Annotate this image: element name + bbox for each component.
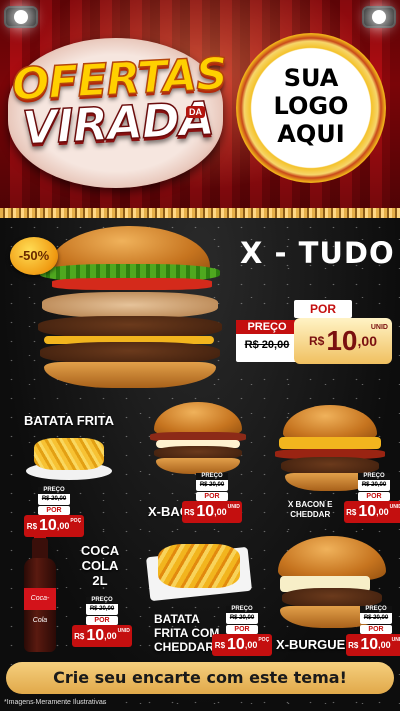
preco-label: PREÇO	[38, 487, 70, 494]
old-price: R$ 20,00	[363, 615, 389, 621]
fries-cheddar-image	[145, 538, 253, 602]
por-label: POR	[86, 616, 118, 625]
price-tag: PREÇO R$ 20,00 PORR$10,00UNID	[72, 597, 132, 649]
sale-price: R$ 10,00 POÇ	[212, 634, 272, 656]
sale-price: R$10,00UNID	[182, 501, 242, 523]
disclaimer-note: *Imagens Meramente Ilustrativas	[4, 699, 107, 706]
old-price: R$ 20,00	[89, 606, 115, 612]
price-tag: PREÇO R$ 20,00 PORR$10,00UNID	[344, 473, 400, 525]
item-title-batata-frita: BATATA FRITA	[24, 413, 115, 428]
old-price-box: PREÇO R$ 20,00	[236, 320, 298, 362]
por-label: POR	[226, 625, 258, 634]
old-price: R$ 20,00	[199, 482, 225, 488]
gold-divider	[0, 208, 400, 218]
preco-label: PREÇO	[86, 597, 118, 604]
promo-word-virada: VIRADA	[20, 90, 216, 155]
hero-price: R$ 10,00 UNID	[294, 318, 392, 364]
hero-title: X - TUDO	[240, 236, 395, 270]
sale-price: R$10,00UNID	[344, 501, 400, 523]
x-bacon-image	[150, 402, 246, 474]
price-tag: PREÇO R$ 20,00 PORR$10,00UNID	[182, 473, 242, 525]
por-label: POR	[360, 625, 392, 634]
logo-text: SUA LOGO AQUI	[273, 64, 349, 148]
spotlight-left-icon	[4, 6, 38, 28]
hero-price-tag: POR PREÇO R$ 20,00 R$ 10,00 UNID	[236, 300, 394, 366]
sale-price: R$10,00UNID	[72, 625, 132, 647]
por-label: POR	[294, 300, 352, 318]
item-title-x-burguer: X-BURGUER	[276, 637, 355, 652]
promo-word-da: DA	[186, 106, 205, 118]
discount-badge: -50%	[10, 237, 58, 275]
item-title-coca-cola: COCA COLA 2L	[80, 543, 120, 588]
preco-label: PREÇO	[226, 606, 258, 613]
old-price-box: PREÇO R$ 20,00	[226, 606, 258, 624]
price-tag: PREÇO R$ 20,00 POR R$ 10,00 POÇ	[212, 606, 272, 658]
preco-label: PREÇO	[236, 320, 298, 334]
item-title-batata-cheddar: BATATA FRITA COM CHEDDAR	[154, 612, 220, 654]
price-tag: PREÇO R$ 20,00 POR R$ 10,00 POÇ	[24, 487, 84, 539]
price-tag: PREÇO R$ 20,00 PORR$10,00UNID	[346, 606, 400, 658]
por-label: POR	[38, 506, 70, 515]
hero-burger-image	[30, 226, 225, 391]
coca-cola-bottle-icon: Coca-Cola	[22, 532, 58, 654]
old-price-box: PREÇO R$ 20,00	[38, 487, 70, 505]
old-price-box: PREÇO R$ 20,00	[360, 606, 392, 624]
por-label: POR	[196, 492, 228, 501]
sale-price: R$10,00UNID	[346, 634, 400, 656]
item-title-x-bacon-cheddar: X BACON E CHEDDAR	[288, 500, 333, 519]
preco-label: PREÇO	[196, 473, 228, 480]
old-price: R$ 20,00	[229, 615, 255, 621]
preco-label: PREÇO	[360, 606, 392, 613]
sale-price: R$ 10,00 POÇ	[24, 515, 84, 537]
cta-banner[interactable]: Crie seu encarte com este tema!	[6, 662, 394, 694]
old-price-box: PREÇO R$ 20,00	[86, 597, 118, 615]
por-label: POR	[358, 492, 390, 501]
old-price: R$ 20,00	[41, 496, 67, 502]
fries-image	[26, 432, 112, 482]
spotlight-right-icon	[362, 6, 396, 28]
old-price-box: PREÇO R$ 20,00	[358, 473, 390, 491]
old-price: R$ 20,00	[244, 339, 290, 351]
old-price: R$ 20,00	[361, 482, 387, 488]
preco-label: PREÇO	[358, 473, 390, 480]
old-price-box: PREÇO R$ 20,00	[196, 473, 228, 491]
